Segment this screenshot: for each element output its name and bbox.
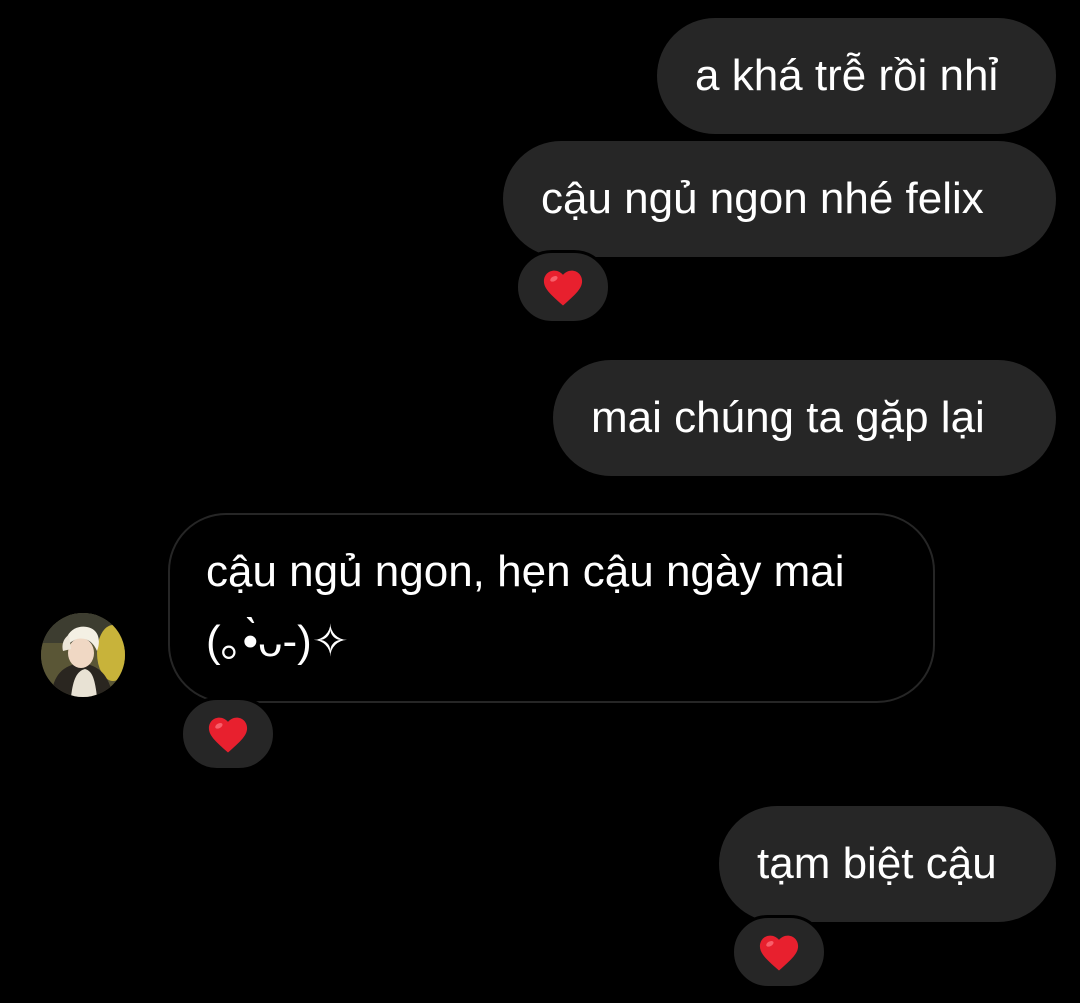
message-text: mai chúng ta gặp lại (591, 393, 985, 442)
message-text: a khá trễ rồi nhỉ (695, 51, 999, 100)
sent-message-bubble[interactable]: mai chúng ta gặp lại (553, 360, 1056, 476)
message-thread: a khá trễ rồi nhỉ cậu ngủ ngon nhé felix… (0, 0, 1080, 1003)
contact-avatar[interactable] (41, 613, 125, 697)
heart-icon (543, 270, 583, 306)
reaction-badge[interactable] (180, 697, 276, 771)
avatar-image (41, 613, 125, 697)
message-text-line: (｡•̀ᴗ-)✧ (206, 617, 349, 666)
sent-message-bubble[interactable]: tạm biệt cậu (719, 806, 1056, 922)
heart-icon (208, 717, 248, 753)
received-message-bubble[interactable]: cậu ngủ ngon, hẹn cậu ngày mai (｡•̀ᴗ-)✧ (168, 513, 935, 703)
message-text: cậu ngủ ngon nhé felix (541, 174, 984, 223)
reaction-badge[interactable] (731, 915, 827, 989)
message-text-line: cậu ngủ ngon, hẹn cậu ngày mai (206, 547, 845, 596)
reaction-badge[interactable] (515, 250, 611, 324)
sent-message-bubble[interactable]: cậu ngủ ngon nhé felix (503, 141, 1056, 257)
heart-icon (759, 935, 799, 971)
sent-message-bubble[interactable]: a khá trễ rồi nhỉ (657, 18, 1056, 134)
message-text: tạm biệt cậu (757, 839, 997, 888)
